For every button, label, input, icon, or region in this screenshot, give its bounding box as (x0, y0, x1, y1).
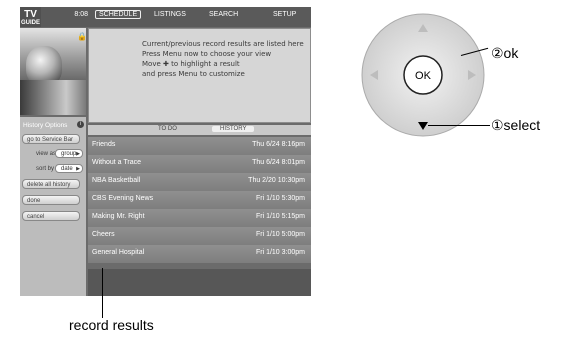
remote-dpad: OK (361, 13, 485, 137)
info-icon: i (77, 121, 84, 128)
cancel-button[interactable]: cancel (22, 211, 80, 221)
select-annotation: ①select (491, 117, 541, 133)
clock: 8:08 (74, 11, 88, 18)
list-item[interactable]: General Hospital Fri 1/10 3:00pm (88, 245, 311, 263)
video-thumbnail (20, 28, 86, 115)
list-item[interactable]: NBA Basketball Thu 2/20 10:30pm (88, 173, 311, 191)
callout-line (102, 268, 103, 318)
nav-search[interactable]: SEARCH (209, 11, 238, 18)
list-item[interactable]: Without a Trace Thu 6/24 8:01pm (88, 155, 311, 173)
arrow-right-icon: ▶ (76, 151, 80, 157)
nav-listings[interactable]: LISTINGS (154, 11, 186, 18)
info-line: and press Menu to customize (142, 70, 245, 78)
info-panel: Current/previous record results are list… (88, 28, 311, 123)
record-results-list: Friends Thu 6/24 8:16pm Without a Trace … (88, 137, 311, 263)
tab-history[interactable]: HISTORY (212, 126, 255, 132)
list-item[interactable]: Friends Thu 6/24 8:16pm (88, 137, 311, 155)
list-item[interactable]: CBS Evening News Fri 1/10 5:30pm (88, 191, 311, 209)
tv-guide-screen: TV GUIDE 8:08 SCHEDULE LISTINGS SEARCH S… (20, 7, 311, 296)
info-line: Move ✚ to highlight a result (142, 60, 240, 68)
record-results-caption: record results (69, 317, 154, 333)
nav-setup[interactable]: SETUP (273, 11, 296, 18)
tab-to-do[interactable]: TO DO (158, 126, 177, 132)
tv-guide-logo: TV GUIDE (20, 7, 41, 27)
sort-by-select[interactable]: date ▶ (55, 164, 83, 173)
list-item[interactable]: Making Mr. Right Fri 1/10 5:15pm (88, 209, 311, 227)
select-callout-line (428, 125, 490, 126)
sort-by-label: sort by (36, 166, 55, 172)
done-button[interactable]: done (22, 195, 80, 205)
delete-all-history-button[interactable]: delete all history (22, 179, 80, 189)
list-tabs: TO DO HISTORY (88, 125, 311, 135)
go-to-service-bar-button[interactable]: go to Service Bar (22, 134, 80, 144)
list-item[interactable]: Cheers Fri 1/10 5:00pm (88, 227, 311, 245)
lock-icon: 🔒 (77, 32, 87, 41)
history-options-sidebar: History Options i go to Service Bar view… (20, 117, 86, 296)
info-line: Press Menu now to choose your view (142, 50, 272, 58)
arrow-right-icon: ▶ (76, 166, 80, 172)
ok-button-label: OK (415, 70, 432, 82)
ok-annotation: ②ok (491, 45, 519, 61)
sidebar-title: History Options (23, 122, 68, 129)
info-line: Current/previous record results are list… (142, 40, 304, 48)
list-empty-area (88, 269, 311, 296)
top-nav-bar: 8:08 SCHEDULE LISTINGS SEARCH SETUP (41, 7, 311, 27)
view-as-select[interactable]: group ▶ (55, 149, 83, 158)
nav-schedule[interactable]: SCHEDULE (95, 10, 142, 19)
view-as-label: view as (36, 151, 57, 157)
